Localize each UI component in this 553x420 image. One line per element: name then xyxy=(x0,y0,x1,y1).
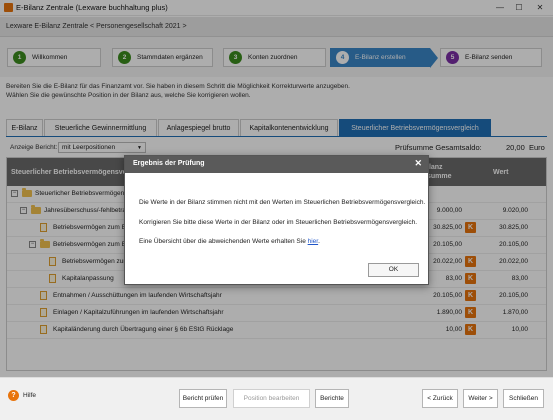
reports-button[interactable]: Berichte xyxy=(315,389,349,408)
dialog-message-3: Eine Übersicht über die abweichenden Wer… xyxy=(139,238,320,245)
dialog-message-2: Korrigieren Sie bitte diese Werte in der… xyxy=(139,219,418,226)
help-icon[interactable]: ? xyxy=(8,390,19,401)
check-report-button[interactable]: Bericht prüfen xyxy=(179,389,227,408)
dialog-title: Ergebnis der Prüfung xyxy=(133,160,205,167)
footer-bar: ? Hilfe Bericht prüfen Position bearbeit… xyxy=(0,377,553,420)
check-result-dialog: Ergebnis der Prüfung ✕ Die Werte in der … xyxy=(124,155,429,285)
next-button[interactable]: Weiter > xyxy=(463,389,498,408)
dialog-message-3-prefix: Eine Übersicht über die abweichenden Wer… xyxy=(139,238,308,245)
dialog-close-icon[interactable]: ✕ xyxy=(414,158,422,169)
ok-button[interactable]: OK xyxy=(368,263,419,277)
help-link[interactable]: Hilfe xyxy=(23,392,36,399)
back-button[interactable]: < Zurück xyxy=(422,389,458,408)
dialog-header: Ergebnis der Prüfung ✕ xyxy=(125,156,428,173)
dialog-message-3-suffix: . xyxy=(318,238,320,245)
dialog-message-1: Die Werte in der Bilanz stimmen nicht mi… xyxy=(139,199,426,206)
edit-position-button[interactable]: Position bearbeiten xyxy=(233,389,310,408)
details-link[interactable]: hier xyxy=(308,238,318,245)
close-button[interactable]: Schließen xyxy=(503,389,544,408)
